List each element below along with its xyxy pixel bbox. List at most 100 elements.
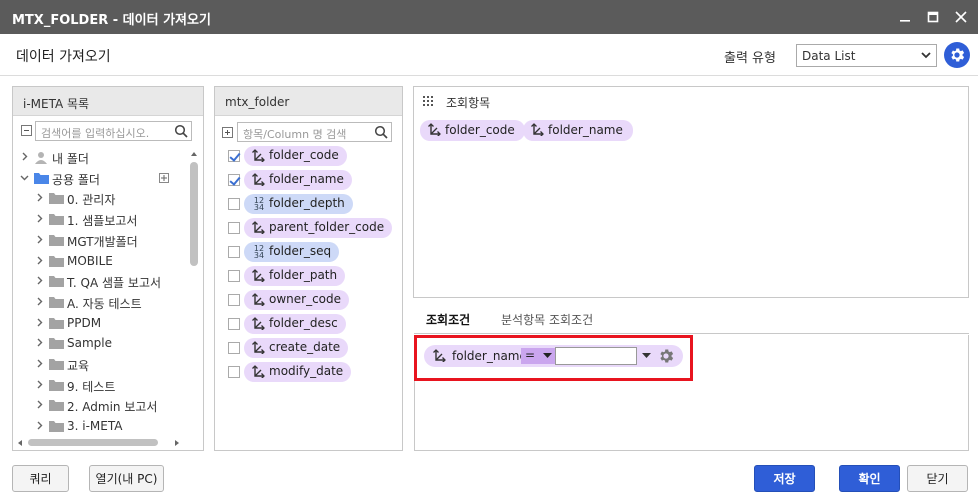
tree-item-label: PPDM xyxy=(67,315,102,330)
minimize-icon[interactable] xyxy=(894,6,916,28)
field-pill[interactable]: folder_path xyxy=(244,266,346,286)
tab-query-condition[interactable]: 조회조건 xyxy=(426,311,470,328)
folder-icon xyxy=(49,234,64,246)
chevron-right-icon[interactable] xyxy=(35,193,44,202)
field-checkbox[interactable] xyxy=(228,246,240,258)
close-button[interactable]: 닫기 xyxy=(907,465,968,492)
dimension-icon xyxy=(428,123,442,141)
field-pill[interactable]: 12 34 folder_depth xyxy=(244,194,353,214)
meta-tree-hscrollbar[interactable] xyxy=(12,437,190,449)
meta-list-title: i-META 목록 xyxy=(13,87,203,116)
field-search-placeholder: 항목/Column 명 검색 xyxy=(243,128,347,141)
chevron-right-icon[interactable] xyxy=(35,214,44,223)
meta-tree-vscrollbar[interactable] xyxy=(189,150,199,440)
folder-icon xyxy=(49,379,64,391)
selected-item-folder-code[interactable]: folder_code xyxy=(420,120,525,141)
tree-item-label: 교육 xyxy=(67,359,90,373)
tree-item-label: 공용 폴더 xyxy=(52,172,100,187)
field-pill[interactable]: modify_date xyxy=(244,362,352,382)
dimension-icon xyxy=(252,341,266,354)
field-checkbox[interactable] xyxy=(228,318,240,330)
field-pill[interactable]: parent_folder_code xyxy=(244,218,393,238)
scroll-up-icon[interactable] xyxy=(190,150,198,158)
ok-button[interactable]: 확인 xyxy=(839,465,900,492)
selected-item-label: folder_code xyxy=(445,123,515,137)
field-label: parent_folder_code xyxy=(269,220,385,234)
field-label: folder_depth xyxy=(269,196,345,210)
hscroll-thumb[interactable] xyxy=(28,439,158,446)
field-checkbox[interactable] xyxy=(228,150,240,162)
collapse-all-icon[interactable] xyxy=(21,125,32,136)
scroll-left-icon[interactable] xyxy=(16,439,24,447)
scroll-right-icon[interactable] xyxy=(173,439,181,447)
chevron-down-icon[interactable] xyxy=(20,173,29,182)
search-icon[interactable] xyxy=(174,124,188,138)
selected-item-label: folder_name xyxy=(548,123,623,137)
chevron-right-icon[interactable] xyxy=(35,359,44,368)
add-folder-icon[interactable] xyxy=(159,172,169,183)
tree-item-label: T. QA 샘플 보고서 xyxy=(67,276,162,291)
field-label: folder_desc xyxy=(269,316,338,330)
field-pill[interactable]: owner_code xyxy=(244,290,350,310)
output-type-select[interactable]: Data List xyxy=(796,44,937,67)
dimension-icon xyxy=(252,173,266,186)
tree-item-label: 2. Admin 보고서 xyxy=(67,400,158,415)
selected-item-folder-name[interactable]: folder_name xyxy=(523,120,633,141)
tab-analysis-condition[interactable]: 분석항목 조회조건 xyxy=(501,311,593,328)
vscroll-thumb[interactable] xyxy=(190,162,198,266)
tree-item-label: Sample xyxy=(67,336,112,351)
chevron-right-icon[interactable] xyxy=(35,235,44,244)
tree-item-label: 1. 샘플보고서 xyxy=(67,214,138,229)
search-icon[interactable] xyxy=(374,125,388,139)
settings-button[interactable] xyxy=(944,42,970,68)
field-checkbox[interactable] xyxy=(228,222,240,234)
field-checkbox[interactable] xyxy=(228,342,240,354)
field-list-title: mtx_folder xyxy=(215,87,402,116)
chevron-right-icon[interactable] xyxy=(35,256,44,265)
dimension-icon xyxy=(252,269,266,282)
chevron-right-icon[interactable] xyxy=(35,318,44,327)
dimension-icon xyxy=(252,221,266,234)
tree-item-label: 3. i-META xyxy=(67,419,123,434)
maximize-icon[interactable] xyxy=(922,6,944,28)
query-button[interactable]: 쿼리 xyxy=(12,465,69,492)
expand-all-icon[interactable] xyxy=(222,127,233,138)
numeric-icon: 12 34 xyxy=(253,244,265,260)
field-label: owner_code xyxy=(269,292,342,306)
chevron-right-icon[interactable] xyxy=(35,421,44,430)
field-checkbox[interactable] xyxy=(228,174,240,186)
chevron-right-icon[interactable] xyxy=(35,276,44,285)
close-icon[interactable] xyxy=(950,6,972,28)
open-local-button[interactable]: 열기(내 PC) xyxy=(89,465,164,492)
tree-item-label: A. 자동 테스트 xyxy=(67,296,142,311)
folder-icon xyxy=(49,317,64,329)
folder-icon xyxy=(49,400,64,412)
field-label: create_date xyxy=(269,340,341,354)
dimension-icon xyxy=(252,149,266,162)
field-checkbox[interactable] xyxy=(228,294,240,306)
chevron-right-icon[interactable] xyxy=(35,297,44,306)
field-pill[interactable]: create_date xyxy=(244,338,349,358)
save-button[interactable]: 저장 xyxy=(754,465,815,492)
dialog-header: 데이터 가져오기 출력 유형 Data List xyxy=(0,34,978,76)
chevron-right-icon[interactable] xyxy=(20,152,29,161)
field-pill[interactable]: folder_code xyxy=(244,146,347,166)
chevron-right-icon[interactable] xyxy=(35,400,44,409)
field-pill[interactable]: folder_desc xyxy=(244,314,346,334)
chevron-right-icon[interactable] xyxy=(35,338,44,347)
field-checkbox[interactable] xyxy=(228,366,240,378)
field-label: folder_name xyxy=(269,172,344,186)
dimension-icon xyxy=(531,123,545,141)
chevron-right-icon[interactable] xyxy=(35,380,44,389)
field-search-input[interactable]: 항목/Column 명 검색 xyxy=(237,122,392,142)
numeric-icon: 12 34 xyxy=(253,196,265,212)
field-checkbox[interactable] xyxy=(228,198,240,210)
field-pill[interactable]: 12 34 folder_seq xyxy=(244,242,340,262)
condition-tabs: 조회조건 분석항목 조회조건 xyxy=(414,304,969,334)
meta-search-placeholder: 검색어를 입력하십시오. xyxy=(41,127,150,140)
field-checkbox[interactable] xyxy=(228,270,240,282)
tree-item-label: 내 폴더 xyxy=(52,152,89,166)
meta-search-input[interactable]: 검색어를 입력하십시오. xyxy=(35,121,192,141)
folder-icon xyxy=(49,421,64,433)
field-pill[interactable]: folder_name xyxy=(244,170,352,190)
